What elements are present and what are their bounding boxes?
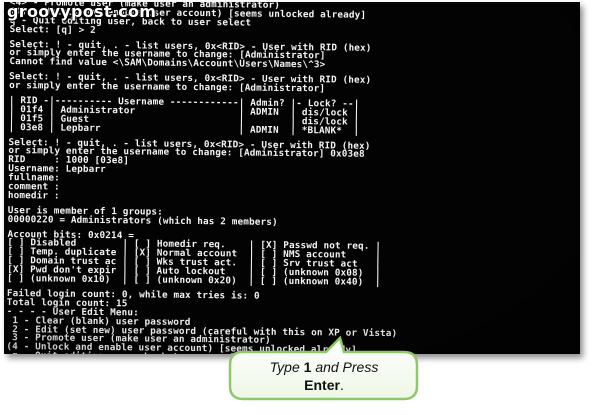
callout-type-word: Type <box>269 359 300 375</box>
callout-key: 1 <box>303 359 312 375</box>
terminal-photo: groovypost.com <4> - Promote user (make … <box>4 2 580 354</box>
callout-line-2: Enter. <box>236 376 412 394</box>
terminal-screen: <4> - Promote user (make user an adminis… <box>4 2 580 354</box>
callout-enter: Enter <box>304 377 340 393</box>
callout-period: . <box>339 377 344 393</box>
callout-and-press: and Press <box>315 359 379 375</box>
watermark-logo: groovypost.com <box>7 2 157 21</box>
callout-text: Type 1 and Press Enter. <box>236 358 412 394</box>
callout-line-1: Type 1 and Press <box>236 358 412 376</box>
